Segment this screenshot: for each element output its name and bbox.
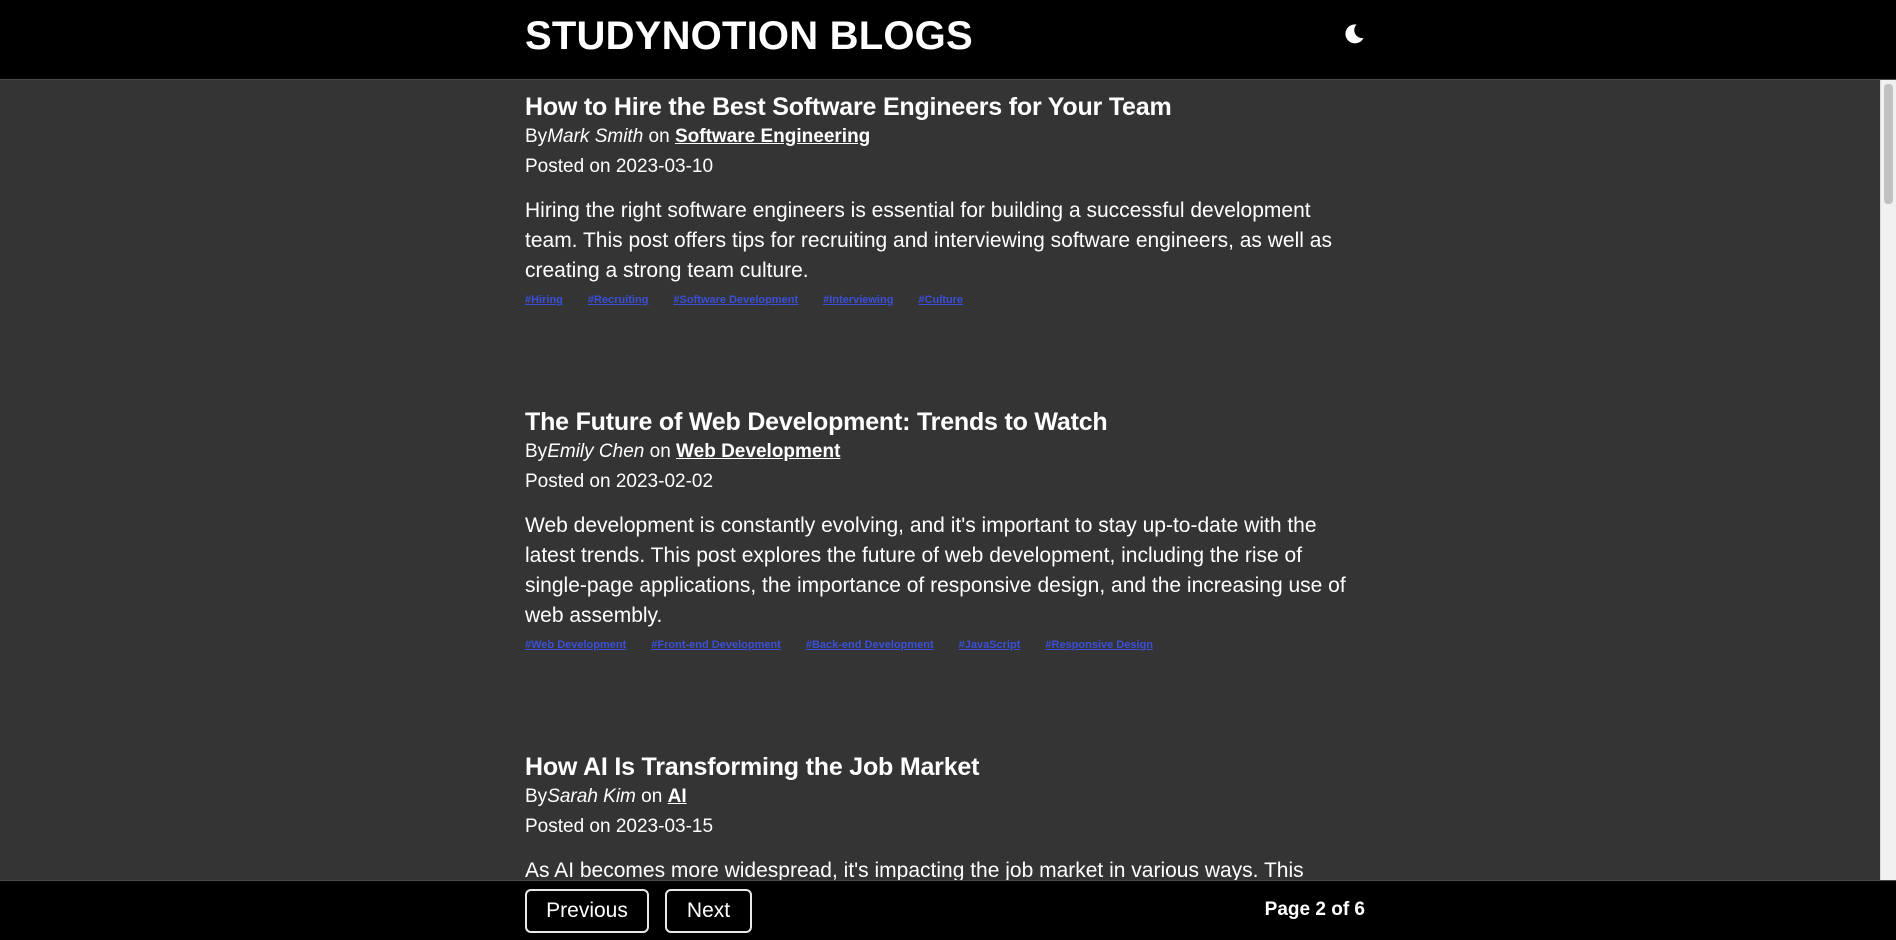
previous-button[interactable]: Previous xyxy=(525,889,649,933)
post-author: Mark Smith xyxy=(547,126,644,147)
header: STUDYNOTION BLOGS xyxy=(0,0,1896,80)
tag-link[interactable]: #Software Development xyxy=(673,294,798,306)
tag-link[interactable]: #JavaScript xyxy=(959,639,1021,651)
post-byline: ByMark Smith on Software Engineering xyxy=(525,122,1355,152)
post-author: Sarah Kim xyxy=(547,786,636,807)
page-indicator: Page 2 of 6 xyxy=(1264,899,1365,920)
post-author: Emily Chen xyxy=(547,441,645,462)
tag-link[interactable]: #Back-end Development xyxy=(806,639,934,651)
post-category-link[interactable]: Web Development xyxy=(676,441,840,462)
post-content: Hiring the right software engineers is e… xyxy=(525,199,1332,282)
tag-link[interactable]: #Recruiting xyxy=(588,294,649,306)
tag-link[interactable]: #Hiring xyxy=(525,294,563,306)
pagination-bar: Previous Next Page 2 of 6 xyxy=(0,880,1896,940)
on-label: on xyxy=(644,441,677,462)
tag-link[interactable]: #Web Development xyxy=(525,639,626,651)
post-tags: #Web Development #Front-end Development … xyxy=(525,639,1355,651)
blog-post: The Future of Web Development: Trends to… xyxy=(525,407,1355,651)
next-button[interactable]: Next xyxy=(665,889,752,933)
tag-link[interactable]: #Responsive Design xyxy=(1045,639,1153,651)
post-date: Posted on 2023-02-02 xyxy=(525,471,714,492)
site-title[interactable]: STUDYNOTION BLOGS xyxy=(525,14,973,59)
post-title[interactable]: How AI Is Transforming the Job Market xyxy=(525,752,1355,782)
blog-post: How AI Is Transforming the Job Market By… xyxy=(525,752,1355,880)
tag-link[interactable]: #Culture xyxy=(918,294,963,306)
on-label: on xyxy=(635,786,668,807)
post-byline: BySarah Kim on AI xyxy=(525,782,1355,812)
post-date: Posted on 2023-03-10 xyxy=(525,156,714,177)
post-date: Posted on 2023-03-15 xyxy=(525,816,714,837)
tag-link[interactable]: #Interviewing xyxy=(823,294,893,306)
post-tags: #Hiring #Recruiting #Software Developmen… xyxy=(525,294,1355,306)
post-category-link[interactable]: AI xyxy=(668,786,687,807)
post-content: As AI becomes more widespread, it's impa… xyxy=(525,859,1304,880)
tag-link[interactable]: #Front-end Development xyxy=(651,639,781,651)
page-scrollbar[interactable] xyxy=(1880,80,1896,880)
post-content: Web development is constantly evolving, … xyxy=(525,514,1346,627)
by-label: By xyxy=(525,126,548,147)
blog-list: How to Hire the Best Software Engineers … xyxy=(525,80,1355,880)
by-label: By xyxy=(525,441,548,462)
on-label: on xyxy=(643,126,675,147)
by-label: By xyxy=(525,786,548,807)
post-category-link[interactable]: Software Engineering xyxy=(675,126,870,147)
moon-icon[interactable] xyxy=(1342,22,1366,46)
post-title[interactable]: The Future of Web Development: Trends to… xyxy=(525,407,1355,437)
post-byline: ByEmily Chen on Web Development xyxy=(525,437,1355,467)
blog-post: How to Hire the Best Software Engineers … xyxy=(525,92,1355,306)
scrollbar-thumb[interactable] xyxy=(1884,84,1893,204)
post-title[interactable]: How to Hire the Best Software Engineers … xyxy=(525,92,1355,122)
